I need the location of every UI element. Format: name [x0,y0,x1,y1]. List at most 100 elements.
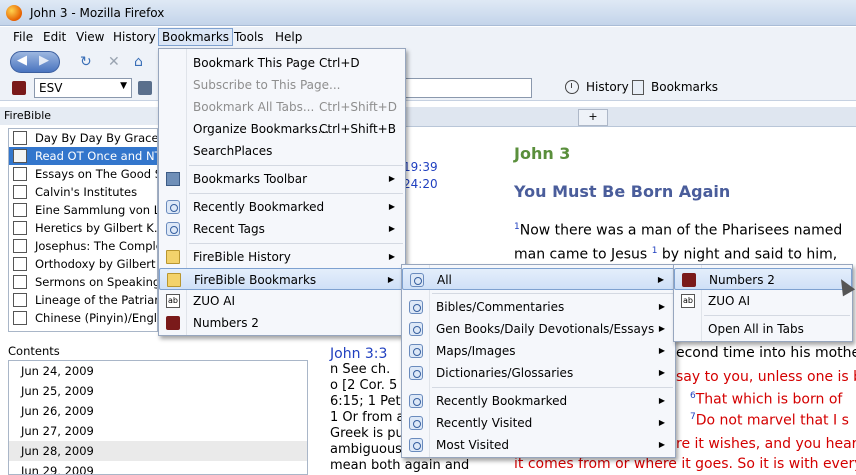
back-arrow-icon[interactable]: ◀ [17,53,27,68]
firebible-toolbar: ESV ▼ History Bookmarks [0,75,856,101]
bible-book-icon[interactable] [12,81,26,95]
new-tab-button[interactable]: + [578,109,608,126]
list-item[interactable]: Josephus: The Complet [9,237,157,255]
stop-icon[interactable]: ✕ [108,54,120,70]
book-icon [13,131,27,145]
firebible-bookmarks-item[interactable]: FireBible Bookmarks ▶ [159,268,405,290]
list-item[interactable]: Day By Day By Grace - I [9,129,157,147]
all-submenu: Numbers 2 ab ZUO AI Open All in Tabs [673,264,853,342]
search-folder-icon [409,438,423,452]
list-item[interactable]: Jun 24, 2009 [9,361,307,381]
verse-line: 6That which is born of [690,391,843,408]
list-item[interactable]: Orthodoxy by Gilbert K [9,255,157,273]
subscribe-item[interactable]: Subscribe to This Page... [159,74,405,96]
all-item[interactable]: All ▶ [402,268,675,290]
numbers-2-bookmark[interactable]: Numbers 2 [674,268,852,290]
list-item[interactable]: Jun 27, 2009 [9,421,307,441]
book-icon [13,275,27,289]
menu-help[interactable]: Help [272,30,305,44]
book-icon [13,239,27,253]
list-item[interactable]: Essays on The Good Sa [9,165,157,183]
list-item[interactable]: Lineage of the Patriarch [9,291,157,309]
cross-ref[interactable]: 19:39 [403,160,438,174]
version-select[interactable]: ESV ▼ [34,78,132,98]
list-item[interactable]: Read OT Once and NT [9,147,157,165]
verse-line: 7Do not marvel that I s [690,412,849,429]
bookmarks-menu: Bookmark This Page Ctrl+D Subscribe to T… [158,48,406,336]
gen-books-item[interactable]: Gen Books/Daily Devotionals/Essays ▶ [402,318,675,340]
menu-separator [189,243,403,244]
bookmarks-icon [632,80,644,95]
recently-bookmarked-sub-item[interactable]: Recently Bookmarked ▶ [402,390,675,412]
text-page-icon: ab [681,294,695,308]
submenu-arrow-icon: ▶ [658,418,665,427]
search-input[interactable] [404,78,532,98]
zuo-ai-bookmark[interactable]: ab ZUO AI [674,290,852,312]
submenu-arrow-icon: ▶ [658,346,665,355]
menu-tools[interactable]: Tools [231,30,267,44]
window-title: John 3 - Mozilla Firefox [30,6,165,20]
bookmark-this-page-item[interactable]: Bookmark This Page Ctrl+D [159,52,405,74]
list-item[interactable]: Jun 29, 2009 [9,461,307,474]
recent-tags-item[interactable]: Recent Tags ▶ [159,218,405,240]
section-heading: You Must Be Born Again [514,182,731,201]
search-folder-icon [410,273,424,287]
menu-separator [704,315,850,316]
search-folder-icon [409,300,423,314]
book-icon [13,203,27,217]
chevron-down-icon: ▼ [120,81,127,91]
recently-bookmarked-item[interactable]: Recently Bookmarked ▶ [159,196,405,218]
bibles-commentaries-item[interactable]: Bibles/Commentaries ▶ [402,296,675,318]
bookmark-all-tabs-item[interactable]: Bookmark All Tabs... Ctrl+Shift+D [159,96,405,118]
bookmarks-link[interactable]: Bookmarks [651,80,718,94]
searchplaces-item[interactable]: SearchPlaces [159,140,405,162]
bible-book-icon [166,316,180,330]
verse-line: re it wishes, and you hear [676,436,856,452]
home-icon[interactable]: ⌂ [134,54,143,70]
most-visited-item[interactable]: Most Visited ▶ [402,434,675,456]
reload-icon[interactable]: ↻ [80,54,92,70]
verse-line: man came to Jesus 1 by night and said to… [514,246,838,263]
numbers-2-item[interactable]: Numbers 2 [159,312,405,334]
organize-bookmarks-item[interactable]: Organize Bookmarks... Ctrl+Shift+B [159,118,405,140]
open-all-in-tabs-item[interactable]: Open All in Tabs [674,318,852,340]
folder-icon [167,273,181,287]
list-item[interactable]: Jun 26, 2009 [9,401,307,421]
forward-arrow-icon[interactable]: ▶ [39,53,49,68]
text-page-icon: ab [166,294,180,308]
menu-bookmarks[interactable]: Bookmarks [158,28,234,46]
search-folder-icon [166,222,180,236]
menu-separator [189,193,403,194]
dictionaries-item[interactable]: Dictionaries/Glossaries ▶ [402,362,675,384]
menu-file[interactable]: File [10,30,36,44]
recently-visited-item[interactable]: Recently Visited ▶ [402,412,675,434]
verse-line: econd time into his mothe [676,345,856,361]
list-item[interactable]: Calvin's Institutes [9,183,157,201]
list-item[interactable]: Chinese (Pinyin)/Englis [9,309,157,327]
book-icon [13,293,27,307]
book-icon [13,185,27,199]
book-icon[interactable] [138,81,152,95]
verse-line: say to you, unless one is b [676,369,856,385]
list-item[interactable]: Sermons on Speaking Th [9,273,157,291]
menu-edit[interactable]: Edit [40,30,69,44]
list-item[interactable]: Heretics by Gilbert K. C [9,219,157,237]
submenu-arrow-icon: ▶ [658,368,665,377]
firefox-logo-icon [6,5,22,21]
zuo-ai-item[interactable]: ab ZUO AI [159,290,405,312]
menu-view[interactable]: View [73,30,107,44]
list-item[interactable]: Jun 25, 2009 [9,381,307,401]
submenu-arrow-icon: ▶ [657,275,664,284]
list-item[interactable]: Eine Sammlung von Lu [9,201,157,219]
contents-list: Jun 24, 2009 Jun 25, 2009 Jun 26, 2009 J… [8,360,308,475]
back-forward-buttons[interactable]: ◀ ▶ [10,51,60,73]
book-icon [13,149,27,163]
menu-history[interactable]: History [110,30,159,44]
list-item[interactable]: Jun 28, 2009 [9,441,307,461]
firebible-history-item[interactable]: FireBible History ▶ [159,246,405,268]
bookmarks-toolbar-item[interactable]: Bookmarks Toolbar ▶ [159,168,405,190]
maps-images-item[interactable]: Maps/Images ▶ [402,340,675,362]
history-link[interactable]: History [586,80,629,94]
verse-number: 1 [651,246,658,256]
cross-ref[interactable]: 24:20 [403,177,438,191]
